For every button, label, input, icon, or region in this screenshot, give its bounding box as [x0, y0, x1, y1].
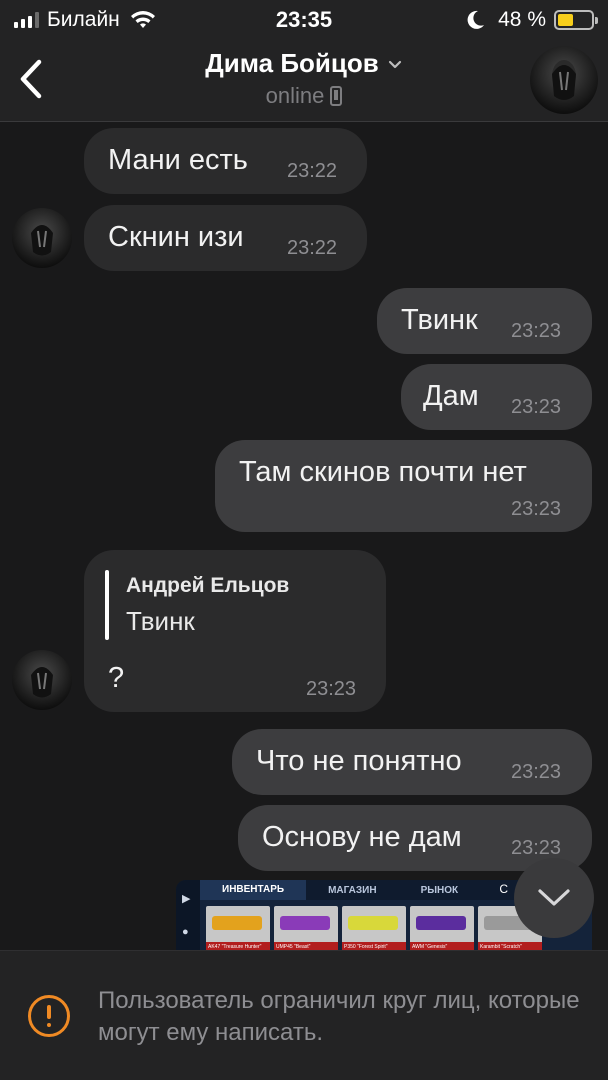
- message-time: 23:23: [511, 761, 562, 783]
- game-sidebar: ▶ ●: [176, 880, 200, 952]
- message-time: 23:23: [511, 396, 562, 418]
- weapon-icon: [348, 916, 398, 930]
- message-text: Твинк: [401, 304, 478, 336]
- header-title[interactable]: Дима Бойцов online: [120, 48, 488, 109]
- game-item-card: P350 "Forest Spirit": [342, 906, 406, 952]
- battery-icon: [554, 10, 598, 30]
- message-bubble-incoming[interactable]: Мани есть 23:22: [84, 128, 367, 194]
- chevron-down-icon: [538, 889, 570, 906]
- battery-percent: 48 %: [498, 8, 546, 31]
- avatar[interactable]: [530, 46, 598, 114]
- game-tab: МАГАЗИН: [328, 884, 377, 896]
- message-bubble-outgoing[interactable]: Там скинов почти нет 23:23: [215, 440, 592, 532]
- message-bubble-outgoing[interactable]: Твинк 23:23: [377, 288, 592, 354]
- reply-author: Андрей Ельцов: [126, 574, 290, 597]
- contact-name: Дима Бойцов: [205, 48, 379, 78]
- message-text: Скнин изи: [108, 221, 244, 253]
- game-item-card: AWM "Genesis": [410, 906, 474, 952]
- refresh-icon: C: [499, 882, 508, 896]
- moon-icon: [467, 10, 485, 29]
- message-time: 23:23: [306, 678, 357, 700]
- message-time: 23:23: [511, 837, 562, 859]
- avatar-image: [530, 46, 598, 114]
- message-time: 23:22: [287, 160, 338, 182]
- weapon-icon: [416, 916, 466, 930]
- game-item-card: UMP45 "Beast": [274, 906, 338, 952]
- avatar-image: [12, 650, 72, 710]
- message-time: 23:23: [511, 320, 562, 342]
- chat-header: Дима Бойцов online: [0, 40, 608, 122]
- warning-icon: [28, 995, 70, 1037]
- user-icon: ●: [182, 926, 189, 938]
- game-tab: ИНВЕНТАРЬ: [200, 880, 307, 900]
- weapon-icon: [280, 916, 330, 930]
- back-button[interactable]: [10, 54, 50, 104]
- avatar[interactable]: [12, 208, 72, 268]
- message-text: Дам: [423, 380, 479, 412]
- message-bubble-outgoing[interactable]: Дам 23:23: [401, 364, 592, 430]
- weapon-icon: [212, 916, 262, 930]
- message-time: 23:22: [287, 237, 338, 259]
- scroll-down-button[interactable]: [514, 858, 594, 938]
- restriction-text: Пользователь ограничил круг лиц, которые…: [98, 987, 580, 1046]
- chevron-down-icon: [388, 60, 401, 68]
- status-right: 48 %: [464, 8, 598, 32]
- message-text: Основу не дам: [262, 821, 462, 853]
- message-text: ?: [108, 662, 125, 694]
- battery-level: [558, 14, 574, 26]
- restriction-notice: Пользователь ограничил круг лиц, которые…: [0, 950, 608, 1080]
- game-item-card: AK47 "Treasure Hunter": [206, 906, 270, 952]
- phone-icon: [330, 86, 343, 106]
- message-text: Что не понятно: [256, 745, 462, 777]
- status-bar: Билайн 23:35 48 %: [0, 0, 608, 40]
- avatar-image: [12, 208, 72, 268]
- message-bubble-incoming[interactable]: Андрей Ельцов Твинк ? 23:23: [84, 550, 386, 712]
- play-icon: ▶: [182, 893, 191, 905]
- message-bubble-incoming[interactable]: Скнин изи 23:22: [84, 205, 367, 271]
- message-text: Мани есть: [108, 144, 248, 176]
- message-bubble-outgoing[interactable]: Что не понятно 23:23: [232, 729, 592, 795]
- message-time: 23:23: [511, 498, 562, 520]
- message-text: Там скинов почти нет: [239, 456, 527, 488]
- chat-screen: Билайн 23:35 48 % Дима Бойцов online Ман…: [0, 0, 608, 1080]
- back-icon: [20, 59, 42, 99]
- contact-status: online: [265, 83, 325, 108]
- reply-text: Твинк: [126, 606, 195, 636]
- avatar[interactable]: [12, 650, 72, 710]
- game-tab: РЫНОК: [420, 884, 459, 896]
- reply-bar: [105, 570, 109, 640]
